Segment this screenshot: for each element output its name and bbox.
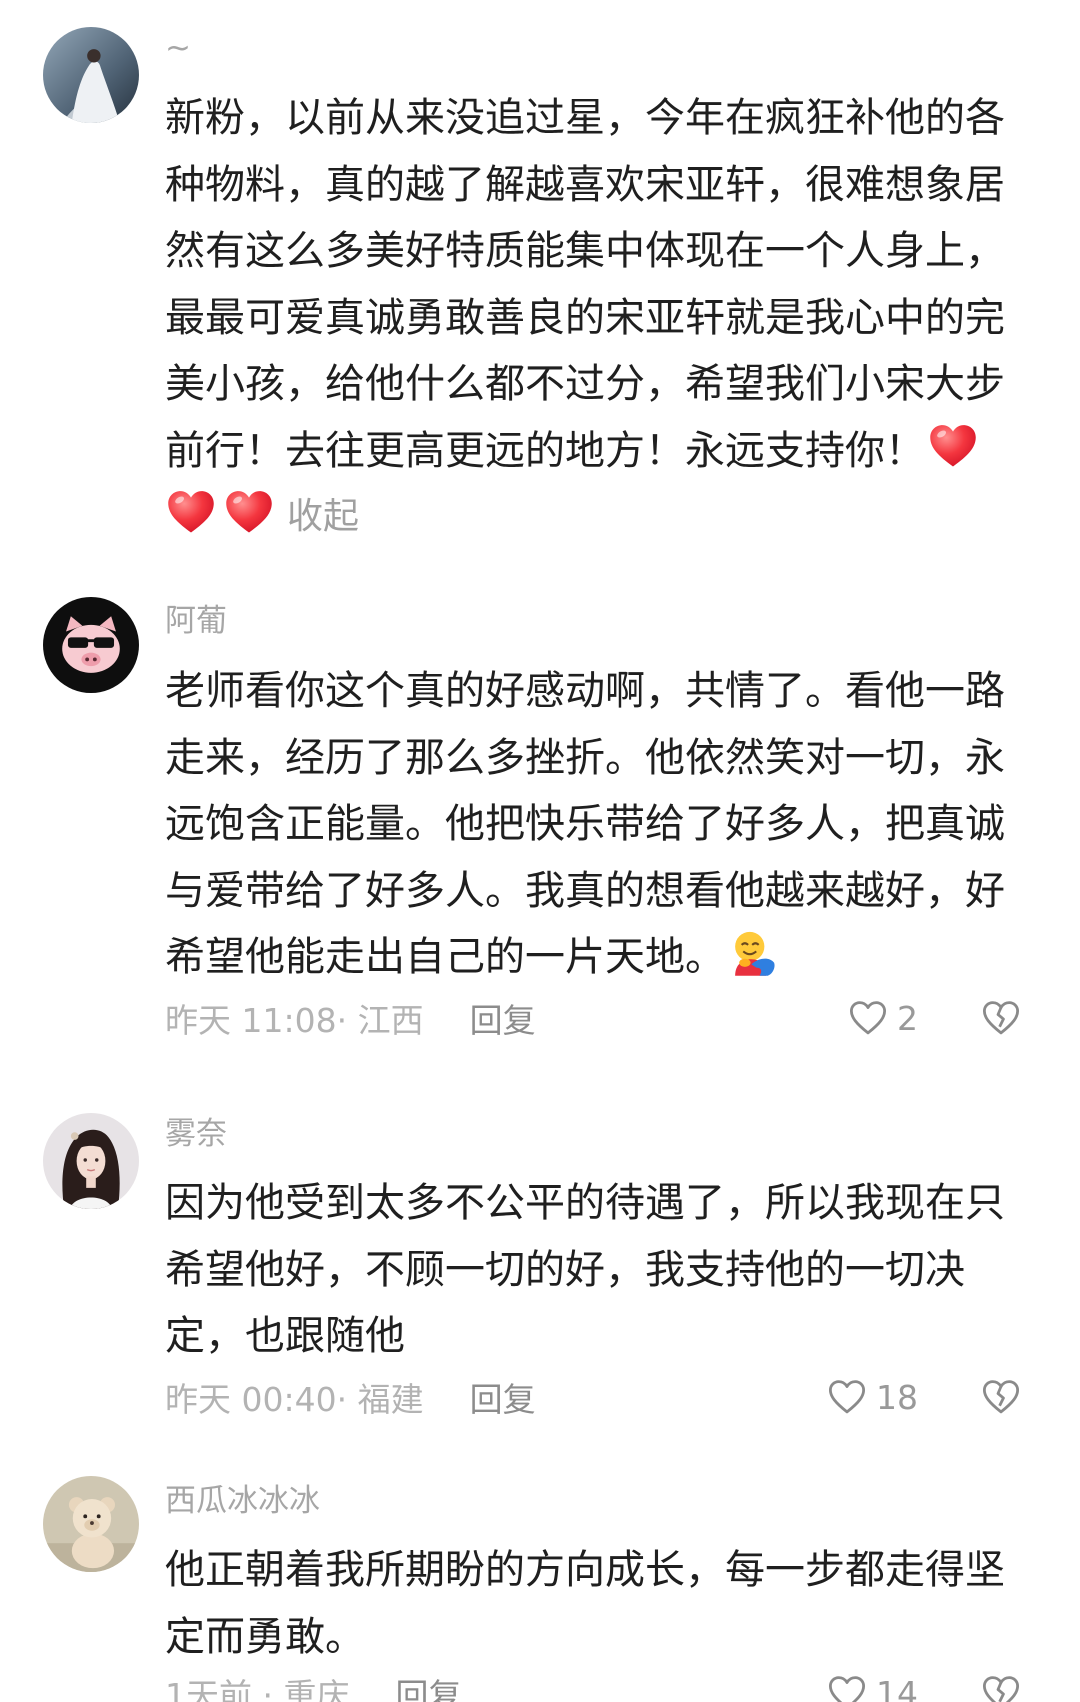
comment-text-line: 他正朝着我所期盼的方向成长，每一步都走得坚 (165, 1547, 1005, 1594)
like-button[interactable]: 18 (826, 1376, 918, 1418)
collapse-button[interactable]: 收起 (287, 487, 359, 539)
username[interactable]: ~ (165, 28, 191, 68)
like-button[interactable]: 14 (826, 1672, 918, 1702)
comment-text-segment: 希望他能走出自己的一片天地。 (165, 934, 725, 981)
reply-button[interactable]: 回复 (395, 1669, 461, 1702)
dislike-button[interactable] (980, 1672, 1022, 1702)
comment-text-segment: 前行！去往更高更远的地方！永远支持你！ (165, 427, 925, 474)
avatar[interactable] (43, 1476, 139, 1572)
comment-text-line-with-emoji: 希望他能走出自己的一片天地。 (165, 920, 1005, 987)
red-heart-emoji (223, 487, 275, 539)
broken-heart-icon (982, 1380, 1020, 1414)
comment-text-line: 与爱带给了好多人。我真的想看他越来越好，好 (165, 867, 1005, 914)
comment-text-line: 走来，经历了那么多挫折。他依然笑对一切，永 (165, 734, 1005, 781)
comment-item: ~ 新粉，以前从来没追过星，今年在疯狂补他的各 种物料，真的越了解越喜欢宋亚轩，… (0, 27, 1080, 557)
like-count: 14 (876, 1673, 918, 1702)
comment-time-location: 昨天 00:40· 福建 (165, 1380, 424, 1419)
comment-time-location: 1天前 · 重庆 (165, 1676, 350, 1702)
reply-button[interactable]: 回复 (470, 994, 536, 1042)
avatar-pig-sunglasses (43, 597, 139, 693)
dislike-button[interactable] (980, 997, 1022, 1039)
comment-text-line: 美小孩，给他什么都不过分，希望我们小宋大步 (165, 361, 1005, 408)
avatar[interactable] (43, 1113, 139, 1209)
like-button[interactable]: 2 (847, 997, 918, 1039)
heart-outline-icon (828, 1380, 866, 1414)
comment-text-line: 定，也跟随他 (165, 1313, 405, 1360)
red-heart-emoji (165, 487, 217, 539)
comment-item: 阿葡 老师看你这个真的好感动啊，共情了。看他一路 走来，经历了那么多挫折。他依然… (0, 597, 1080, 1057)
comment-text-line: 定而勇敢。 (165, 1613, 365, 1660)
comment-text-line: 老师看你这个真的好感动啊，共情了。看他一路 (165, 668, 1005, 715)
username[interactable]: 雾奈 (165, 1114, 227, 1154)
comment-text: 他正朝着我所期盼的方向成长，每一步都走得坚 定而勇敢。 (165, 1533, 1005, 1666)
comment-text-line: 因为他受到太多不公平的待遇了，所以我现在只 (165, 1180, 1005, 1227)
broken-heart-icon (982, 1676, 1020, 1702)
red-heart-emoji (927, 421, 979, 473)
reply-button[interactable]: 回复 (470, 1373, 536, 1421)
comment-meta-row: 1天前 · 重庆 回复 14 (165, 1668, 1022, 1702)
avatar-girl-portrait (43, 1113, 139, 1209)
comment-text-line: 然有这么多美好特质能集中体现在一个人身上， (165, 228, 1005, 275)
username[interactable]: 西瓜冰冰冰 (165, 1481, 320, 1521)
meta-clip: 1天前 · 重庆 回复 14 (0, 1668, 1080, 1702)
comment-item: 西瓜冰冰冰 他正朝着我所期盼的方向成长，每一步都走得坚 定而勇敢。 1天前 · … (0, 1476, 1080, 1702)
like-count: 2 (897, 998, 918, 1038)
username[interactable]: 阿葡 (165, 601, 227, 641)
heart-outline-icon (828, 1676, 866, 1702)
avatar-plush-bear (43, 1476, 139, 1572)
comment-meta-row: 昨天 00:40· 福建 回复 18 (165, 1372, 1022, 1422)
comment-text: 老师看你这个真的好感动啊，共情了。看他一路 走来，经历了那么多挫折。他依然笑对一… (165, 654, 1005, 987)
comment-text-line: 远饱含正能量。他把快乐带给了好多人，把真诚 (165, 801, 1005, 848)
comment-text-line: 希望他好，不顾一切的好，我支持他的一切决 (165, 1246, 965, 1293)
avatar-photo-white-robe (43, 27, 139, 123)
comment-text-line: 种物料，真的越了解越喜欢宋亚轩，很难想象居 (165, 161, 1005, 208)
comment-text-line: 最最可爱真诚勇敢善良的宋亚轩就是我心中的完 (165, 294, 1005, 341)
comment-time-location: 昨天 11:08· 江西 (165, 1001, 424, 1040)
comment-meta-row: 昨天 11:08· 江西 回复 2 (165, 993, 1022, 1043)
comment-text: 因为他受到太多不公平的待遇了，所以我现在只 希望他好，不顾一切的好，我支持他的一… (165, 1166, 1005, 1366)
comment-text-line: 新粉，以前从来没追过星，今年在疯狂补他的各 (165, 95, 1005, 142)
broken-heart-icon (982, 1001, 1020, 1035)
like-count: 18 (876, 1377, 918, 1417)
avatar[interactable] (43, 597, 139, 693)
avatar[interactable] (43, 27, 139, 123)
comment-item: 雾奈 因为他受到太多不公平的待遇了，所以我现在只 希望他好，不顾一切的好，我支持… (0, 1113, 1080, 1433)
dislike-button[interactable] (980, 1376, 1022, 1418)
heart-outline-icon (849, 1001, 887, 1035)
comment-text: 新粉，以前从来没追过星，今年在疯狂补他的各 种物料，真的越了解越喜欢宋亚轩，很难… (165, 81, 1005, 547)
comment-text-line-with-emoji: 前行！去往更高更远的地方！永远支持你！ (165, 414, 1005, 481)
hugging-face-emoji (727, 927, 779, 979)
comment-emoji-line: 收起 (165, 480, 1005, 547)
